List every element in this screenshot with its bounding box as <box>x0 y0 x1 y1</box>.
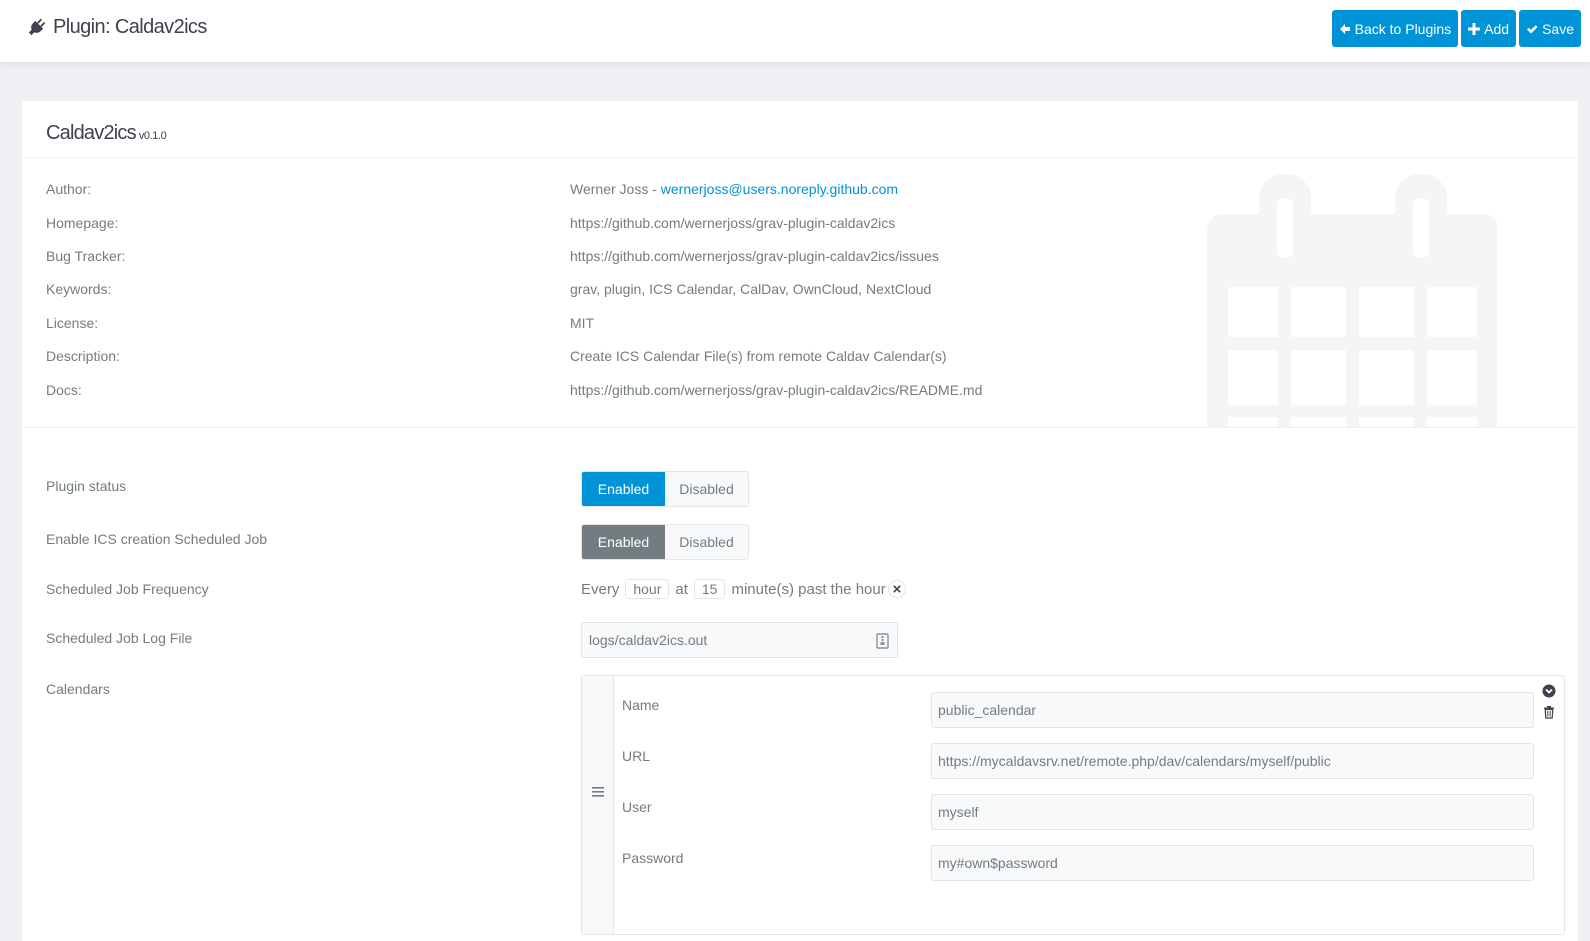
plugin-info: Author: Werner Joss - wernerjoss@users.n… <box>22 158 1578 428</box>
plus-icon <box>1468 22 1481 35</box>
frequency-label: Scheduled Job Frequency <box>46 581 209 597</box>
calendar-url-input[interactable]: https://mycaldavsrv.net/remote.php/dav/c… <box>931 743 1534 779</box>
scheduled-job-disabled[interactable]: Disabled <box>665 525 748 559</box>
cron-minute-select[interactable]: 15 <box>693 579 726 599</box>
info-row-author: Author: Werner Joss - wernerjoss@users.n… <box>46 181 1146 201</box>
keywords-value: grav, plugin, ICS Calendar, CalDav, OwnC… <box>570 281 932 297</box>
log-file-field[interactable]: logs/caldav2ics.out <box>581 622 898 658</box>
scheduled-job-toggle: Enabled Disabled <box>581 524 749 560</box>
scheduled-job-enabled[interactable]: Enabled <box>582 525 665 559</box>
plugin-status-enabled[interactable]: Enabled <box>582 472 665 506</box>
save-button[interactable]: Save <box>1519 10 1581 47</box>
cron-unit-select[interactable]: hour <box>625 579 670 599</box>
calendar-url-label: URL <box>622 748 651 764</box>
calendar-password-row: Password my#own$password <box>622 845 1534 881</box>
top-bar: Plugin: Caldav2ics Back to Plugins Add S… <box>0 0 1590 62</box>
license-label: License: <box>46 315 99 331</box>
save-label: Save <box>1542 20 1574 37</box>
trash-icon[interactable] <box>1542 705 1556 719</box>
cron-suffix-text: minute(s) past the hour <box>731 580 886 598</box>
file-icon <box>876 633 889 649</box>
bug-tracker-link[interactable]: https://github.com/wernerjoss/grav-plugi… <box>570 248 939 264</box>
author-name: Werner Joss - <box>570 181 661 197</box>
author-email-link[interactable]: wernerjoss@users.noreply.github.com <box>661 181 898 197</box>
info-row-homepage: Homepage: https://github.com/wernerjoss/… <box>46 215 1146 235</box>
calendar-name-row: Name public_calendar <box>622 692 1534 728</box>
drag-handle[interactable] <box>582 676 614 934</box>
calendar-background-icon <box>1207 174 1497 427</box>
page-title-area: Plugin: Caldav2ics <box>25 16 207 39</box>
header-actions: Back to Plugins Add Save <box>1329 10 1581 47</box>
collapse-chevron-icon[interactable] <box>1542 684 1556 698</box>
homepage-label: Homepage: <box>46 215 119 231</box>
log-file-value: logs/caldav2ics.out <box>589 632 708 648</box>
calendars-list-item: Name public_calendar URL https://mycalda… <box>581 675 1565 935</box>
description-value: Create ICS Calendar File(s) from remote … <box>570 348 947 364</box>
cron-every-text: Every <box>581 580 620 598</box>
keywords-label: Keywords: <box>46 281 112 297</box>
calendar-password-value: my#own$password <box>938 855 1058 871</box>
plugin-version: v0.1.0 <box>138 130 167 142</box>
calendar-url-row: URL https://mycaldavsrv.net/remote.php/d… <box>622 743 1534 779</box>
plugin-header: Caldav2ics v0.1.0 <box>22 101 1578 158</box>
calendar-user-value: myself <box>938 804 979 820</box>
plug-icon <box>25 17 47 39</box>
docs-link[interactable]: https://github.com/wernerjoss/grav-plugi… <box>570 382 982 398</box>
cron-at-text: at <box>675 580 688 598</box>
calendar-name-label: Name <box>622 697 660 713</box>
back-to-plugins-button[interactable]: Back to Plugins <box>1331 10 1459 47</box>
plugin-name: Caldav2ics <box>46 122 137 144</box>
page-title: Plugin: Caldav2ics <box>53 16 207 38</box>
add-label: Add <box>1484 20 1510 37</box>
description-label: Description: <box>46 348 120 364</box>
homepage-link[interactable]: https://github.com/wernerjoss/grav-plugi… <box>570 215 895 231</box>
plugin-card: Caldav2ics v0.1.0 Author: Werner Joss - … <box>22 101 1578 941</box>
list-item-actions <box>1542 684 1556 726</box>
info-row-license: License: MIT <box>46 315 1146 335</box>
calendar-name-input[interactable]: public_calendar <box>931 692 1534 728</box>
plugin-status-toggle: Enabled Disabled <box>581 471 749 507</box>
plugin-status-label: Plugin status <box>46 478 127 494</box>
plugin-status-disabled[interactable]: Disabled <box>665 472 748 506</box>
info-row-description: Description: Create ICS Calendar File(s)… <box>46 348 1146 368</box>
author-label: Author: <box>46 181 92 197</box>
calendar-user-label: User <box>622 799 652 815</box>
info-row-docs: Docs: https://github.com/wernerjoss/grav… <box>46 382 1146 402</box>
license-value: MIT <box>570 315 595 331</box>
calendar-password-label: Password <box>622 850 684 866</box>
calendar-url-value: https://mycaldavsrv.net/remote.php/dav/c… <box>938 753 1331 769</box>
check-icon <box>1526 23 1538 35</box>
calendar-name-value: public_calendar <box>938 702 1037 718</box>
scheduled-job-label: Enable ICS creation Scheduled Job <box>46 531 268 547</box>
bug-tracker-label: Bug Tracker: <box>46 248 126 264</box>
calendar-user-row: User myself <box>622 794 1534 830</box>
calendar-user-input[interactable]: myself <box>931 794 1534 830</box>
clear-cron-icon[interactable] <box>887 580 906 598</box>
info-row-keywords: Keywords: grav, plugin, ICS Calendar, Ca… <box>46 281 1146 301</box>
docs-label: Docs: <box>46 382 82 398</box>
plugin-name-block: Caldav2ics v0.1.0 <box>46 122 167 145</box>
back-to-plugins-label: Back to Plugins <box>1354 20 1452 37</box>
add-button[interactable]: Add <box>1461 10 1517 47</box>
author-value: Werner Joss - wernerjoss@users.noreply.g… <box>570 181 898 197</box>
info-row-bug-tracker: Bug Tracker: https://github.com/wernerjo… <box>46 248 1146 268</box>
calendars-label: Calendars <box>46 681 110 697</box>
arrow-left-icon <box>1339 23 1351 35</box>
calendar-password-input[interactable]: my#own$password <box>931 845 1534 881</box>
frequency-cron: Every hour at 15 minute(s) past the hour <box>581 579 906 599</box>
drag-handle-icon <box>592 787 604 797</box>
log-file-label: Scheduled Job Log File <box>46 630 193 646</box>
